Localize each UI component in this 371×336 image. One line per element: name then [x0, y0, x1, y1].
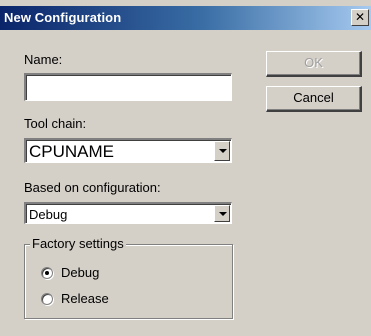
based-on-label: Based on configuration: [24, 180, 161, 195]
radio-release-label: Release [61, 291, 109, 306]
name-label: Name: [24, 52, 63, 67]
close-icon: ✕ [354, 10, 366, 24]
title-bar[interactable]: New Configuration ✕ [0, 6, 371, 30]
radio-debug-label: Debug [61, 265, 100, 280]
factory-settings-title: Factory settings [30, 236, 126, 251]
tool-chain-dropdown-button[interactable] [214, 141, 230, 161]
close-button[interactable]: ✕ [351, 9, 369, 26]
radio-release[interactable]: Release [41, 291, 109, 306]
based-on-dropdown-button[interactable] [214, 205, 230, 222]
tool-chain-value: CPUNAME [29, 142, 115, 161]
radio-unchecked-icon [41, 292, 53, 305]
tool-chain-label: Tool chain: [24, 116, 87, 131]
based-on-value: Debug [29, 207, 68, 222]
new-configuration-dialog: New Configuration ✕ Name: Tool chain: CP… [0, 0, 371, 336]
radio-checked-icon [41, 266, 53, 279]
tool-chain-select[interactable]: CPUNAME [24, 138, 232, 163]
cancel-button[interactable]: Cancel [266, 86, 362, 112]
based-on-select[interactable]: Debug [24, 202, 232, 224]
factory-settings-group [24, 244, 233, 319]
name-input[interactable] [24, 73, 232, 101]
radio-debug[interactable]: Debug [41, 265, 99, 280]
ok-button[interactable]: OK [266, 51, 362, 77]
dialog-title: New Configuration [4, 10, 122, 25]
